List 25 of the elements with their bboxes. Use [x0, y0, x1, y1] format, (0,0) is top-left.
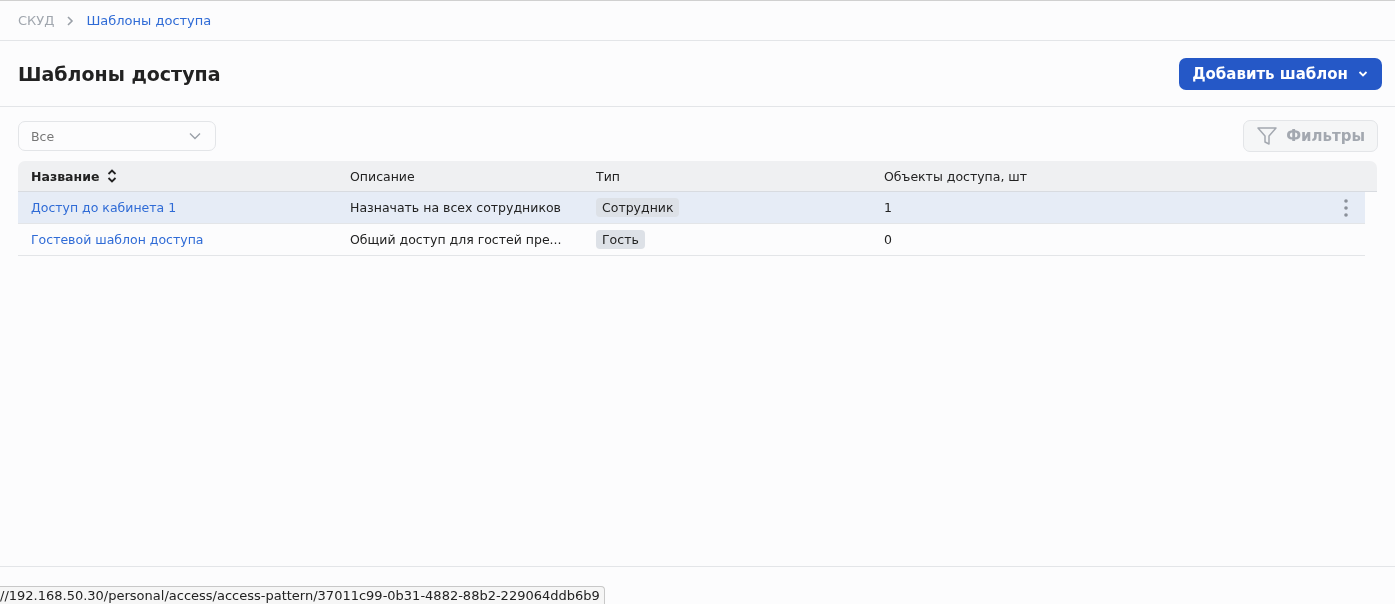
type-tag: Сотрудник	[596, 198, 680, 217]
chevron-down-icon	[1358, 69, 1368, 78]
table-row[interactable]: Гостевой шаблон доступа Общий доступ для гостей пре... Гость 0	[18, 224, 1365, 256]
breadcrumb-link[interactable]: Шаблоны доступа	[86, 13, 212, 28]
chevron-right-icon	[66, 15, 75, 26]
page-title: Шаблоны доступа	[18, 62, 221, 85]
filter-icon	[1256, 125, 1279, 147]
type-tag: Гость	[596, 230, 645, 249]
column-header: Тип	[595, 168, 621, 184]
more-icon[interactable]	[1344, 198, 1348, 217]
table-cell: 1	[884, 200, 892, 215]
column-header: Объекты доступа, шт	[883, 168, 1029, 184]
add-template-button[interactable]: Добавить шаблон	[1179, 57, 1382, 90]
status-url: //192.168.50.30/personal/access/access-pattern/37011c99-0b31-4882-88b2-229064ddb6b9	[0, 586, 605, 604]
table-cell: Общий доступ для гостей пре...	[350, 232, 562, 247]
template-link[interactable]: Гостевой шаблон доступа	[31, 232, 204, 247]
chevron-down-icon	[189, 132, 201, 140]
column-header[interactable]: Название	[18, 168, 337, 184]
sort-icon[interactable]	[107, 169, 118, 183]
table-cell: 0	[884, 232, 892, 247]
table-cell: Назначать на всех сотрудников	[350, 200, 561, 215]
table-row[interactable]: Доступ до кабинета 1 Назначать на всех сотрудников Сотрудник 1	[18, 192, 1365, 224]
select-field[interactable]: Все	[18, 121, 216, 151]
template-link[interactable]: Доступ до кабинета 1	[31, 200, 177, 215]
column-header: Описание	[349, 168, 416, 184]
